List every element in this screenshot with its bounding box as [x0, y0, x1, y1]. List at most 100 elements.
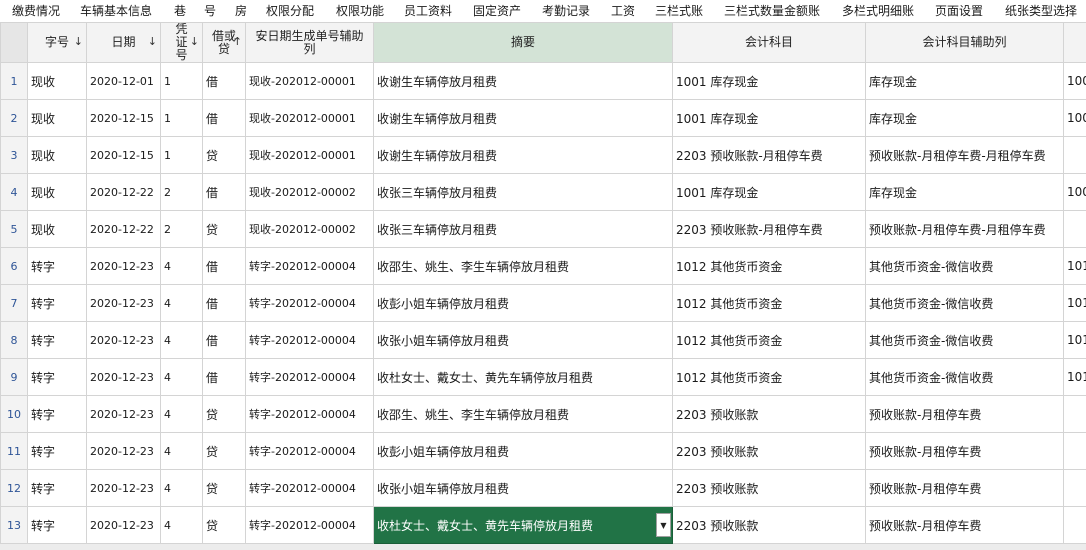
cell-aux-number[interactable]: 转字-202012-00004 — [245, 358, 374, 396]
menu-item-salary[interactable]: 工资 — [611, 3, 635, 19]
cell-account[interactable]: 2203 预收账款 — [672, 506, 866, 544]
cell-voucher-number[interactable]: 4 — [160, 469, 203, 507]
cell-account-aux[interactable]: 预收账款-月租停车费-月租停车费 — [865, 136, 1064, 174]
sort-down-icon[interactable]: ↓ — [74, 35, 83, 48]
cell-zihao[interactable]: 转字 — [27, 284, 87, 322]
cell-debit-credit[interactable]: 贷 — [202, 136, 246, 174]
row-number[interactable]: 8 — [0, 321, 28, 359]
sort-up-icon[interactable]: ↑ — [233, 35, 242, 48]
cell-summary[interactable]: 收杜女士、戴女士、黄先车辆停放月租费 — [373, 358, 673, 396]
cell-date[interactable]: 2020-12-15 — [86, 99, 161, 137]
cell-account[interactable]: 1001 库存现金 — [672, 62, 866, 100]
sort-down-icon[interactable]: ↓ — [190, 35, 199, 48]
cell-account-aux[interactable]: 其他货币资金-微信收费 — [865, 284, 1064, 322]
menu-item-multi-column-ledger[interactable]: 多栏式明细账 — [842, 3, 914, 19]
row-number[interactable]: 3 — [0, 136, 28, 174]
cell-voucher-number[interactable]: 4 — [160, 432, 203, 470]
menu-item-fixed-assets[interactable]: 固定资产 — [473, 3, 521, 19]
cell-debit-credit[interactable]: 借 — [202, 247, 246, 285]
row-number[interactable]: 11 — [0, 432, 28, 470]
cell-account[interactable]: 2203 预收账款-月租停车费 — [672, 210, 866, 248]
cell-zihao[interactable]: 现收 — [27, 62, 87, 100]
cell-voucher-number[interactable]: 4 — [160, 358, 203, 396]
cell-zihao[interactable]: 转字 — [27, 247, 87, 285]
menu-item-attendance[interactable]: 考勤记录 — [542, 3, 590, 19]
cell-voucher-number[interactable]: 4 — [160, 506, 203, 544]
cell-date[interactable]: 2020-12-22 — [86, 173, 161, 211]
cell-next[interactable]: 101: — [1063, 358, 1086, 396]
cell-next[interactable] — [1063, 432, 1086, 470]
cell-voucher-number[interactable]: 4 — [160, 284, 203, 322]
cell-aux-number[interactable]: 现收-202012-00001 — [245, 136, 374, 174]
cell-account[interactable]: 1001 库存现金 — [672, 173, 866, 211]
cell-debit-credit[interactable]: 借 — [202, 173, 246, 211]
row-number[interactable]: 4 — [0, 173, 28, 211]
cell-voucher-number[interactable]: 4 — [160, 247, 203, 285]
cell-aux-number[interactable]: 转字-202012-00004 — [245, 469, 374, 507]
menu-item-room[interactable]: 房 — [235, 3, 247, 19]
menu-item-payment-status[interactable]: 缴费情况 — [12, 3, 60, 19]
cell-aux-number[interactable]: 转字-202012-00004 — [245, 284, 374, 322]
cell-voucher-number[interactable]: 4 — [160, 321, 203, 359]
dropdown-arrow-icon[interactable]: ▼ — [656, 513, 671, 537]
cell-voucher-number[interactable]: 2 — [160, 210, 203, 248]
menu-item-paper-type[interactable]: 纸张类型选择 — [1005, 3, 1077, 19]
menu-item-page-setup[interactable]: 页面设置 — [935, 3, 983, 19]
row-number[interactable]: 7 — [0, 284, 28, 322]
cell-account[interactable]: 2203 预收账款 — [672, 395, 866, 433]
row-number[interactable]: 1 — [0, 62, 28, 100]
cell-date[interactable]: 2020-12-22 — [86, 210, 161, 248]
cell-voucher-number[interactable]: 1 — [160, 136, 203, 174]
cell-debit-credit[interactable]: 贷 — [202, 432, 246, 470]
cell-date[interactable]: 2020-12-01 — [86, 62, 161, 100]
column-header-aux-number[interactable]: 安日期生成单号辅助列 — [245, 22, 374, 63]
cell-aux-number[interactable]: 转字-202012-00004 — [245, 432, 374, 470]
cell-account-aux[interactable]: 预收账款-月租停车费 — [865, 395, 1064, 433]
cell-account[interactable]: 1012 其他货币资金 — [672, 321, 866, 359]
menu-item-vehicle-info[interactable]: 车辆基本信息 — [80, 3, 152, 19]
cell-summary[interactable]: 收张小姐车辆停放月租费 — [373, 469, 673, 507]
cell-voucher-number[interactable]: 4 — [160, 395, 203, 433]
cell-next[interactable]: 101: — [1063, 284, 1086, 322]
cell-summary[interactable]: 收彭小姐车辆停放月租费 — [373, 432, 673, 470]
column-header-account[interactable]: 会计科目 — [672, 22, 866, 63]
menu-item-employee-data[interactable]: 员工资料 — [404, 3, 452, 19]
cell-account-aux[interactable]: 预收账款-月租停车费-月租停车费 — [865, 210, 1064, 248]
cell-account[interactable]: 2203 预收账款 — [672, 432, 866, 470]
cell-next[interactable]: 101: — [1063, 321, 1086, 359]
cell-aux-number[interactable]: 转字-202012-00004 — [245, 506, 374, 544]
cell-zihao[interactable]: 现收 — [27, 99, 87, 137]
cell-voucher-number[interactable]: 1 — [160, 62, 203, 100]
cell-account-aux[interactable]: 预收账款-月租停车费 — [865, 432, 1064, 470]
cell-debit-credit[interactable]: 贷 — [202, 469, 246, 507]
cell-summary[interactable]: 收谢生车辆停放月租费 — [373, 62, 673, 100]
cell-voucher-number[interactable]: 1 — [160, 99, 203, 137]
column-header-voucher[interactable]: 凭证号 ↓ — [160, 22, 203, 63]
cell-account[interactable]: 2203 预收账款-月租停车费 — [672, 136, 866, 174]
column-header-next[interactable] — [1063, 22, 1086, 63]
cell-zihao[interactable]: 转字 — [27, 432, 87, 470]
cell-date[interactable]: 2020-12-15 — [86, 136, 161, 174]
cell-next[interactable]: 100 — [1063, 62, 1086, 100]
cell-zihao[interactable]: 现收 — [27, 210, 87, 248]
row-number[interactable]: 5 — [0, 210, 28, 248]
column-header-summary[interactable]: 摘要 — [373, 22, 673, 63]
cell-zihao[interactable]: 现收 — [27, 136, 87, 174]
cell-zihao[interactable]: 转字 — [27, 506, 87, 544]
cell-date[interactable]: 2020-12-23 — [86, 506, 161, 544]
column-header-debit-credit[interactable]: 借或贷 ↑ — [202, 22, 246, 63]
cell-aux-number[interactable]: 现收-202012-00001 — [245, 62, 374, 100]
cell-account[interactable]: 1012 其他货币资金 — [672, 247, 866, 285]
cell-aux-number[interactable]: 转字-202012-00004 — [245, 247, 374, 285]
cell-debit-credit[interactable]: 贷 — [202, 506, 246, 544]
cell-next[interactable] — [1063, 395, 1086, 433]
cell-summary[interactable]: 收彭小姐车辆停放月租费 — [373, 284, 673, 322]
cell-summary[interactable]: 收谢生车辆停放月租费 — [373, 136, 673, 174]
column-header-account-aux[interactable]: 会计科目辅助列 — [865, 22, 1064, 63]
cell-voucher-number[interactable]: 2 — [160, 173, 203, 211]
row-number[interactable]: 9 — [0, 358, 28, 396]
cell-next[interactable] — [1063, 210, 1086, 248]
cell-debit-credit[interactable]: 借 — [202, 284, 246, 322]
cell-account-aux[interactable]: 预收账款-月租停车费 — [865, 469, 1064, 507]
cell-aux-number[interactable]: 现收-202012-00001 — [245, 99, 374, 137]
